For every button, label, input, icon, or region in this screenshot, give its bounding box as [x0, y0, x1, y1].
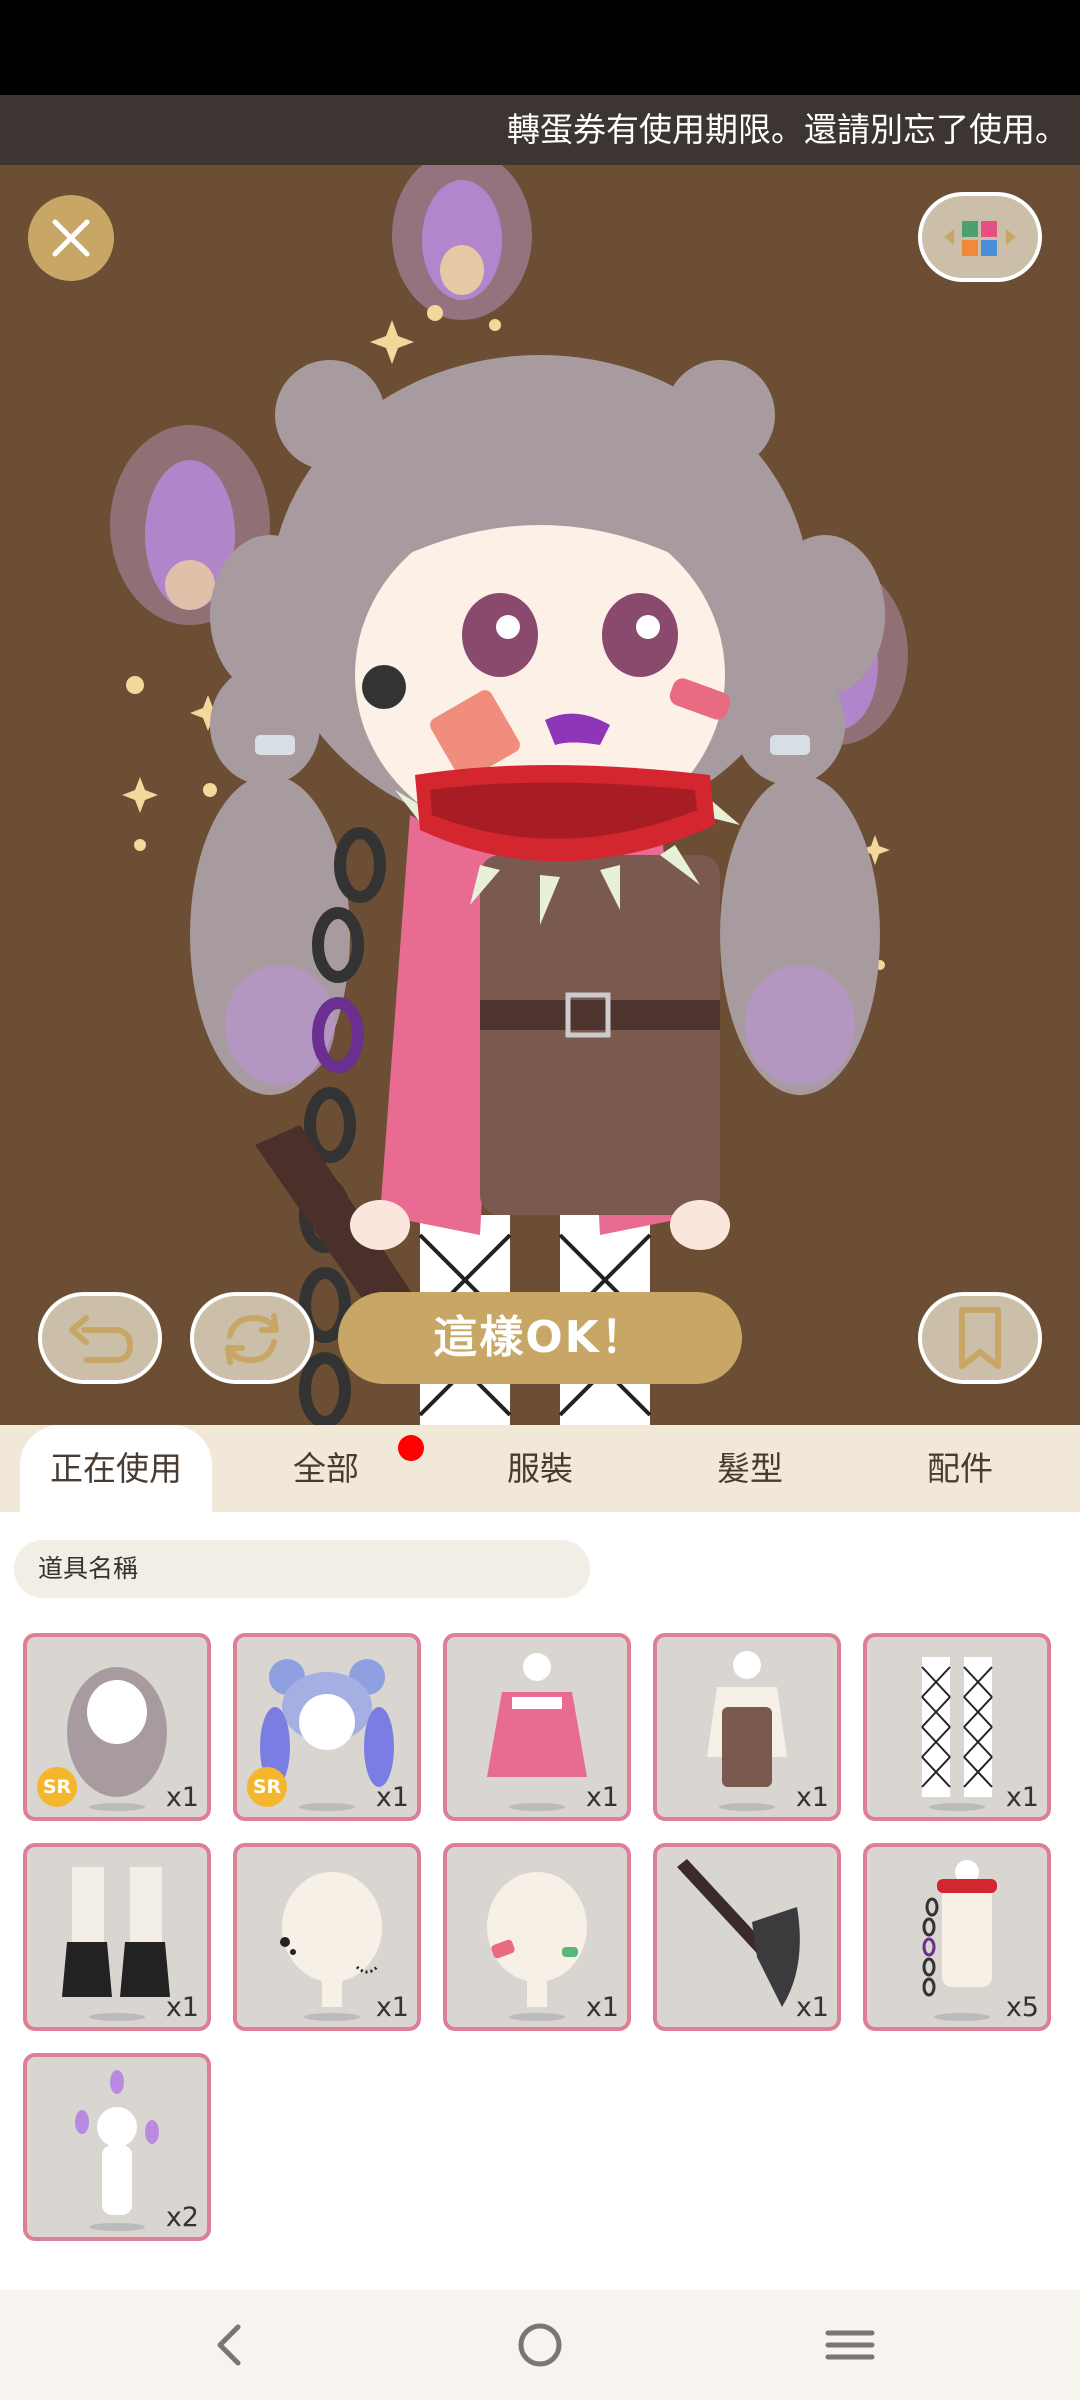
- item-name-search[interactable]: 道具名稱: [14, 1540, 590, 1598]
- item-count: x1: [1005, 1782, 1039, 1813]
- item-face-bandages[interactable]: x1: [443, 1843, 631, 2031]
- tab-in-use[interactable]: 正在使用: [20, 1425, 212, 1512]
- category-tabs: 正在使用 全部 服裝 髮型 配件: [0, 1425, 1080, 1512]
- refresh-icon: [225, 1313, 279, 1365]
- system-nav-bar: [0, 2290, 1080, 2400]
- item-black-boots[interactable]: x1: [23, 1843, 211, 2031]
- item-pink-sweatshirt[interactable]: x1: [443, 1633, 631, 1821]
- close-icon: [52, 219, 90, 257]
- item-count: x1: [795, 1992, 829, 2023]
- avatar-illustration: [110, 165, 908, 1425]
- bookmark-button[interactable]: [918, 1292, 1042, 1384]
- layout-switch-button[interactable]: [918, 192, 1042, 282]
- grid-swap-icon: [944, 221, 1016, 256]
- item-panel: 道具名稱 SR x1 SR x1 x1 x1 x1 x1 x1 x1 x1 x5…: [0, 1512, 1080, 2290]
- undo-button[interactable]: [38, 1292, 162, 1384]
- item-axe[interactable]: x1: [653, 1843, 841, 2031]
- item-count: x1: [375, 1782, 409, 1813]
- item-spiked-collar-chain[interactable]: x5: [863, 1843, 1051, 2031]
- recents-icon[interactable]: [820, 2315, 880, 2375]
- sr-rarity-badge: SR: [37, 1767, 77, 1807]
- back-icon[interactable]: [200, 2315, 260, 2375]
- close-button[interactable]: [28, 195, 114, 281]
- item-count: x1: [585, 1782, 619, 1813]
- item-count: x1: [585, 1992, 619, 2023]
- avatar-stage: 這樣OK！: [0, 165, 1080, 1425]
- bookmark-icon: [959, 1307, 1001, 1369]
- confirm-ok-button[interactable]: 這樣OK！: [338, 1292, 742, 1384]
- sr-rarity-badge: SR: [247, 1767, 287, 1807]
- item-ear-piercings[interactable]: x1: [233, 1843, 421, 2031]
- item-purple-flames[interactable]: x2: [23, 2053, 211, 2241]
- item-count: x1: [165, 1992, 199, 2023]
- item-brown-overall-dress[interactable]: x1: [653, 1633, 841, 1821]
- item-count: x5: [1005, 1992, 1039, 2023]
- item-count: x1: [795, 1782, 829, 1813]
- undo-icon: [69, 1315, 134, 1363]
- new-badge-dot: [398, 1435, 424, 1461]
- tab-all[interactable]: 全部: [230, 1425, 422, 1512]
- item-count: x1: [165, 1782, 199, 1813]
- item-count: x1: [375, 1992, 409, 2023]
- tab-hairstyle[interactable]: 髮型: [654, 1425, 846, 1512]
- home-icon[interactable]: [510, 2315, 570, 2375]
- item-fishnet-tights[interactable]: x1: [863, 1633, 1051, 1821]
- randomize-button[interactable]: [190, 1292, 314, 1384]
- notice-ticker: 轉蛋券有使用期限。還請別忘了使用。: [0, 95, 1080, 165]
- item-blue-purple-braids[interactable]: SR x1: [233, 1633, 421, 1821]
- tab-clothing[interactable]: 服裝: [444, 1425, 636, 1512]
- tab-accessories[interactable]: 配件: [864, 1425, 1056, 1512]
- item-count: x2: [165, 2202, 199, 2233]
- item-long-gray-hair[interactable]: SR x1: [23, 1633, 211, 1821]
- status-bar: [0, 0, 1080, 95]
